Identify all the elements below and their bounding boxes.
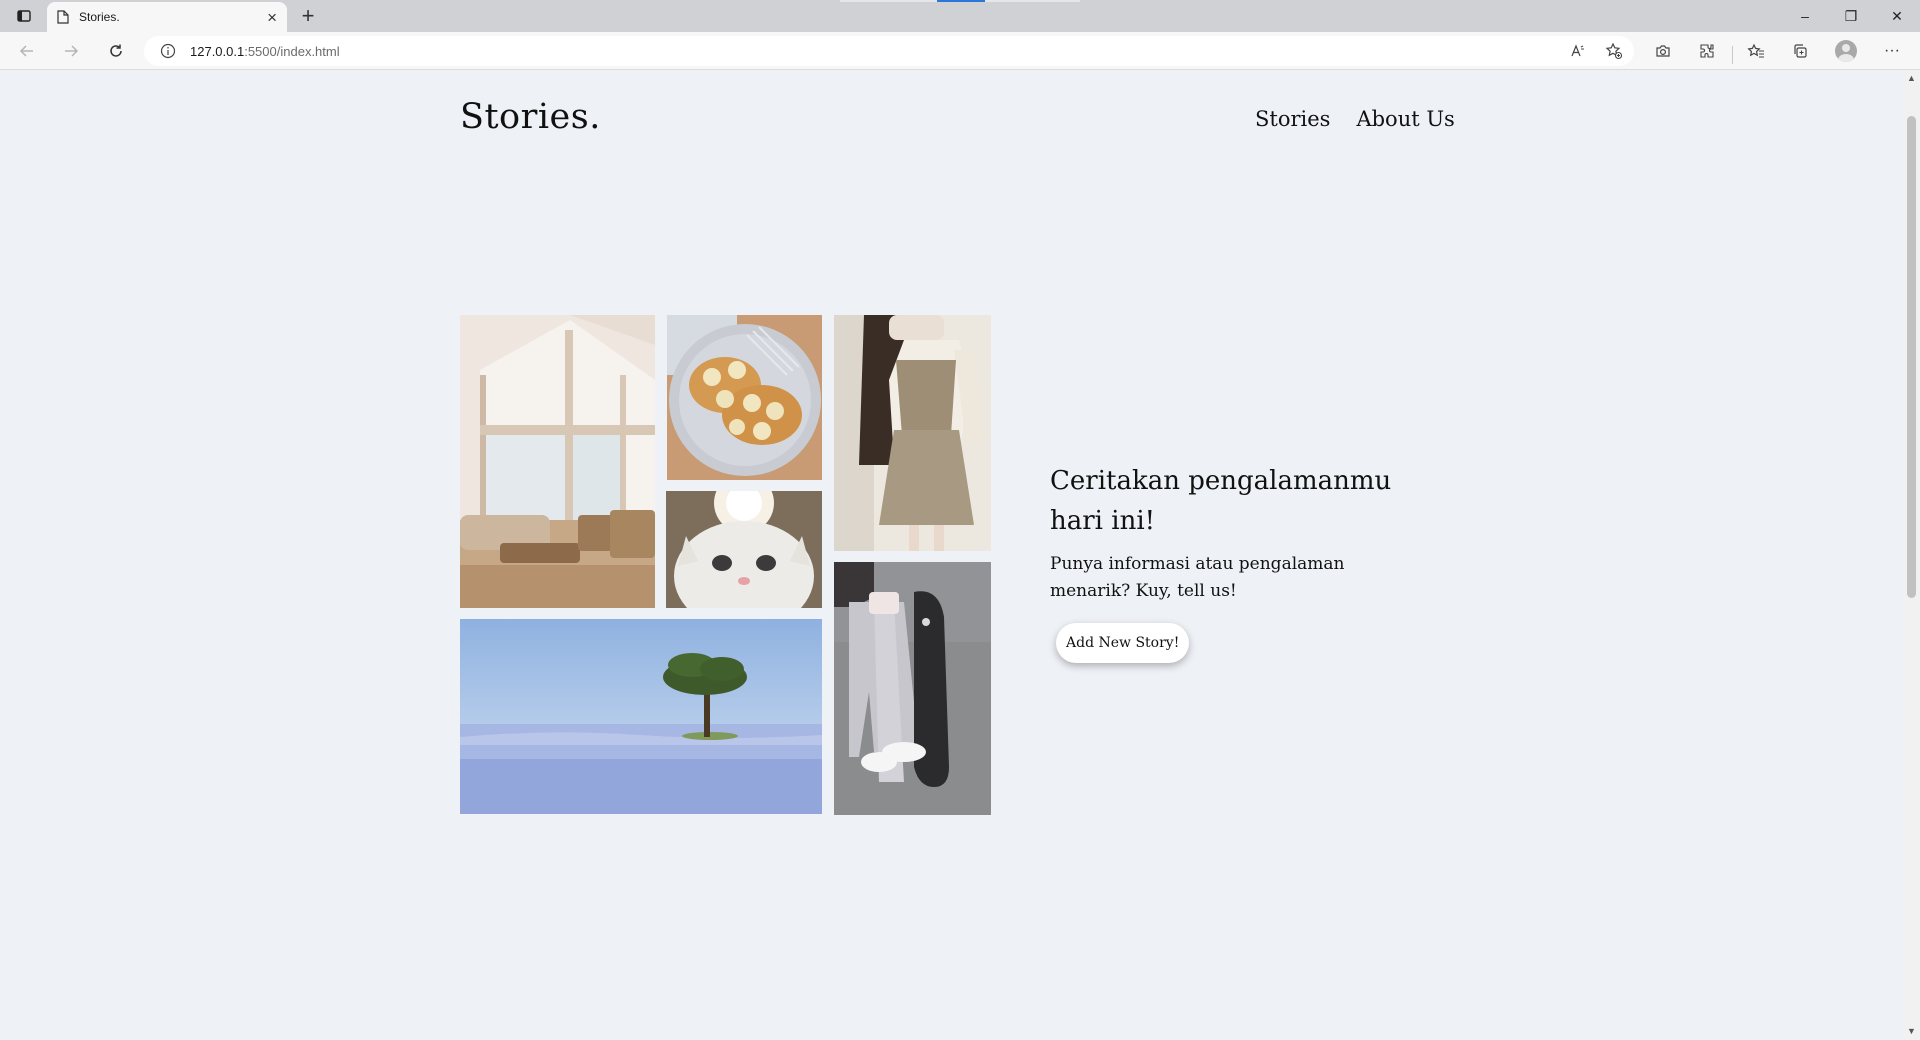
page-scrollbar[interactable]: ▲ ▼: [1903, 71, 1920, 1040]
photo-white-cat: [666, 491, 822, 608]
toolbar-divider: [1732, 46, 1733, 64]
photo-flower-field-tree: [460, 619, 822, 814]
sidebar-icon: [17, 10, 31, 22]
more-icon[interactable]: ···: [1877, 36, 1907, 66]
collections-icon[interactable]: [1785, 36, 1815, 66]
favorite-add-icon[interactable]: [1602, 39, 1626, 63]
hero-heading: Ceritakan pengalamanmu hari ini!: [1050, 466, 1392, 536]
window-close-button[interactable]: ✕: [1874, 0, 1920, 32]
page-icon: [57, 10, 69, 24]
refresh-button[interactable]: [101, 36, 131, 66]
url-text: 127.0.0.1:5500/index.html: [190, 44, 340, 59]
new-tab-button[interactable]: +: [294, 2, 322, 30]
forward-button[interactable]: [56, 36, 86, 66]
web-page: Stories. Stories About Us Ceritakan peng…: [0, 71, 1903, 1040]
tab-actions-button[interactable]: [10, 4, 38, 28]
photo-living-room: [460, 315, 655, 608]
avatar: [1835, 40, 1857, 62]
info-icon[interactable]: [160, 43, 176, 59]
hero-text: Punya informasi atau pengalaman menarik?…: [1050, 554, 1345, 601]
site-nav: Stories About Us: [1255, 107, 1455, 131]
scroll-up-arrow-icon[interactable]: ▲: [1903, 73, 1920, 85]
scroll-down-arrow-icon[interactable]: ▼: [1903, 1026, 1920, 1038]
address-bar[interactable]: 127.0.0.1:5500/index.html: [144, 36, 1634, 66]
favorites-icon[interactable]: [1741, 36, 1771, 66]
hero-section: Ceritakan pengalamanmu hari ini! Punya i…: [1050, 461, 1430, 663]
read-aloud-icon[interactable]: [1566, 39, 1590, 63]
refresh-icon: [110, 44, 122, 57]
back-button[interactable]: [12, 36, 42, 66]
minimize-button[interactable]: –: [1782, 0, 1828, 32]
photo-banana-pancakes: [667, 315, 822, 480]
add-new-story-button[interactable]: Add New Story!: [1056, 623, 1190, 663]
url-path: :5500/index.html: [244, 43, 340, 59]
profile-icon[interactable]: [1831, 36, 1861, 66]
photo-skateboard-legs: [834, 562, 991, 815]
browser-tab-bar: Stories. × + – ❐ ✕: [0, 0, 1920, 32]
close-icon[interactable]: ×: [267, 9, 277, 26]
nav-link-stories[interactable]: Stories: [1255, 107, 1330, 131]
url-host: 127.0.0.1: [190, 43, 245, 59]
tab-title: Stories.: [79, 10, 120, 24]
tab-strip-indicator: [937, 0, 985, 2]
screenshot-icon[interactable]: [1648, 36, 1678, 66]
site-logo[interactable]: Stories.: [460, 97, 601, 137]
photo-fashion-outfit: [834, 315, 991, 551]
extensions-icon[interactable]: [1692, 36, 1722, 66]
scroll-thumb[interactable]: [1907, 116, 1916, 598]
tab-stories[interactable]: Stories. ×: [47, 2, 287, 32]
nav-link-about-us[interactable]: About Us: [1356, 107, 1454, 131]
forward-icon: [65, 45, 79, 57]
back-icon: [19, 45, 33, 57]
browser-toolbar: 127.0.0.1:5500/index.html ···: [0, 32, 1920, 70]
restore-button[interactable]: ❐: [1828, 0, 1874, 32]
